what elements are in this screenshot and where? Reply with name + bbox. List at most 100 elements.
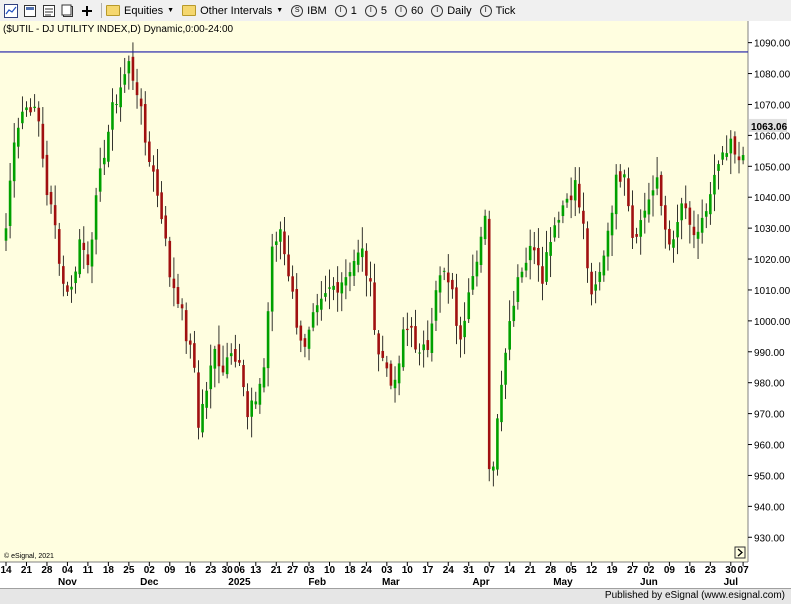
x-tick-label: 11 [83, 565, 94, 576]
y-tick-label: 960.00 [754, 441, 785, 452]
interval-60-label: 60 [410, 4, 424, 17]
symbol-icon: S [291, 4, 304, 17]
footer-bar: Published by eSignal (www.esignal.com) [0, 588, 791, 604]
quote-window-icon[interactable] [41, 3, 57, 19]
x-tick-label: 07 [738, 565, 750, 576]
y-tick-label: 940.00 [754, 502, 785, 513]
x-tick-label: 10 [324, 565, 336, 576]
y-tick-label: 1040.00 [754, 193, 791, 204]
x-tick-label: 24 [361, 565, 373, 576]
month-label: May [553, 577, 573, 588]
candle [487, 210, 491, 482]
x-tick-label: 09 [664, 565, 676, 576]
toolbar-divider [101, 3, 102, 18]
y-tick-label: 1060.00 [754, 131, 791, 142]
y-tick-label: 1080.00 [754, 70, 791, 81]
new-chart-icon[interactable] [22, 3, 38, 19]
interval-1-label: 1 [350, 4, 357, 17]
y-tick-label: 1090.00 [754, 39, 791, 50]
y-tick-label: 970.00 [754, 410, 785, 421]
x-tick-label: 19 [606, 565, 618, 576]
x-tick-label: 27 [287, 565, 299, 576]
y-tick-label: 1000.00 [754, 317, 791, 328]
y-tick-label: 1020.00 [754, 255, 791, 266]
equities-label: Equities [124, 4, 164, 17]
x-tick-label: 13 [250, 565, 262, 576]
chart-area: 930.00 940.00 950.00 960.00 970.00 980.00 990.… [0, 21, 791, 588]
month-label: Jun [640, 577, 658, 588]
x-tick-label: 18 [103, 565, 115, 576]
x-tick-label: 03 [381, 565, 393, 576]
folder-icon [106, 5, 120, 16]
y-tick-label: 980.00 [754, 379, 785, 390]
tick-button[interactable]: I Tick [479, 4, 516, 17]
month-label: Mar [382, 577, 400, 588]
x-tick-label: 10 [402, 565, 414, 576]
x-tick-label: 17 [422, 565, 434, 576]
tick-label: Tick [495, 4, 516, 17]
x-tick-label: 16 [684, 565, 696, 576]
month-label: Dec [140, 577, 159, 588]
interval-5-label: 5 [380, 4, 387, 17]
y-tick-label: 950.00 [754, 471, 785, 482]
y-tick-label: 1050.00 [754, 162, 791, 173]
x-tick-label: 21 [271, 565, 283, 576]
interval-icon: I [334, 4, 347, 17]
x-tick-label: 21 [21, 565, 33, 576]
published-by: Published by eSignal (www.esignal.com) [604, 590, 785, 601]
x-tick-label: 21 [525, 565, 537, 576]
candle [496, 413, 499, 476]
x-tick-label: 04 [62, 565, 74, 576]
page-icon[interactable] [60, 3, 76, 19]
x-tick-label: 02 [643, 565, 655, 576]
add-icon[interactable] [79, 3, 95, 19]
watermark: © eSignal, 2021 [4, 552, 54, 560]
price-chart[interactable]: 930.00 940.00 950.00 960.00 970.00 980.00 990.… [0, 21, 791, 588]
x-tick-label: 30 [725, 565, 737, 576]
y-tick-label: 990.00 [754, 348, 785, 359]
x-tick-label: 24 [443, 565, 455, 576]
x-tick-label: 23 [705, 565, 717, 576]
interval-icon: I [394, 4, 407, 17]
scroll-right-icon[interactable] [734, 546, 746, 559]
x-tick-label: 16 [185, 565, 197, 576]
x-tick-label: 05 [566, 565, 578, 576]
interval-icon: I [479, 4, 492, 17]
daily-label: Daily [447, 4, 472, 17]
line-chart-icon[interactable] [3, 3, 19, 19]
interval-5-button[interactable]: I 5 [364, 4, 387, 17]
y-tick-label: 1070.00 [754, 100, 791, 111]
interval-icon: I [364, 4, 377, 17]
x-tick-label: 31 [463, 565, 475, 576]
interval-1-button[interactable]: I 1 [334, 4, 357, 17]
x-tick-label: 02 [144, 565, 156, 576]
interval-60-button[interactable]: I 60 [394, 4, 424, 17]
chevron-down-icon: ▼ [167, 7, 175, 14]
folder-icon [182, 5, 197, 16]
symbol-label: IBM [307, 4, 327, 17]
y-tick-label: 1010.00 [754, 286, 791, 297]
symbol-button[interactable]: S IBM [291, 4, 327, 17]
x-tick-label: 14 [0, 565, 12, 576]
chart-title: ($UTIL - DJ UTILITY INDEX,D) Dynamic,0:0… [3, 24, 234, 35]
daily-button[interactable]: I Daily [431, 4, 472, 17]
month-label: Feb [308, 577, 326, 588]
x-tick-label: 25 [123, 565, 135, 576]
toolbar: Equities ▼ Other Intervals ▼ S IBM I 1 I… [0, 0, 791, 22]
candle [389, 360, 393, 390]
last-price-label: 1063.06 [751, 122, 788, 133]
x-tick-label: 27 [627, 565, 639, 576]
x-tick-label: 07 [484, 565, 496, 576]
x-tick-label: 12 [586, 565, 598, 576]
x-tick-label: 03 [303, 565, 315, 576]
y-tick-label: 930.00 [754, 533, 785, 544]
intervals-label: Other Intervals [200, 4, 273, 17]
x-tick-label: 14 [504, 565, 516, 576]
equities-menu[interactable]: Equities ▼ [106, 5, 174, 17]
month-label: Nov [58, 577, 77, 588]
x-tick-label: 28 [41, 565, 53, 576]
x-tick-label: 23 [205, 565, 217, 576]
month-label: Jul [724, 577, 739, 588]
chevron-down-icon: ▼ [276, 7, 284, 14]
intervals-menu[interactable]: Other Intervals ▼ [182, 5, 283, 17]
